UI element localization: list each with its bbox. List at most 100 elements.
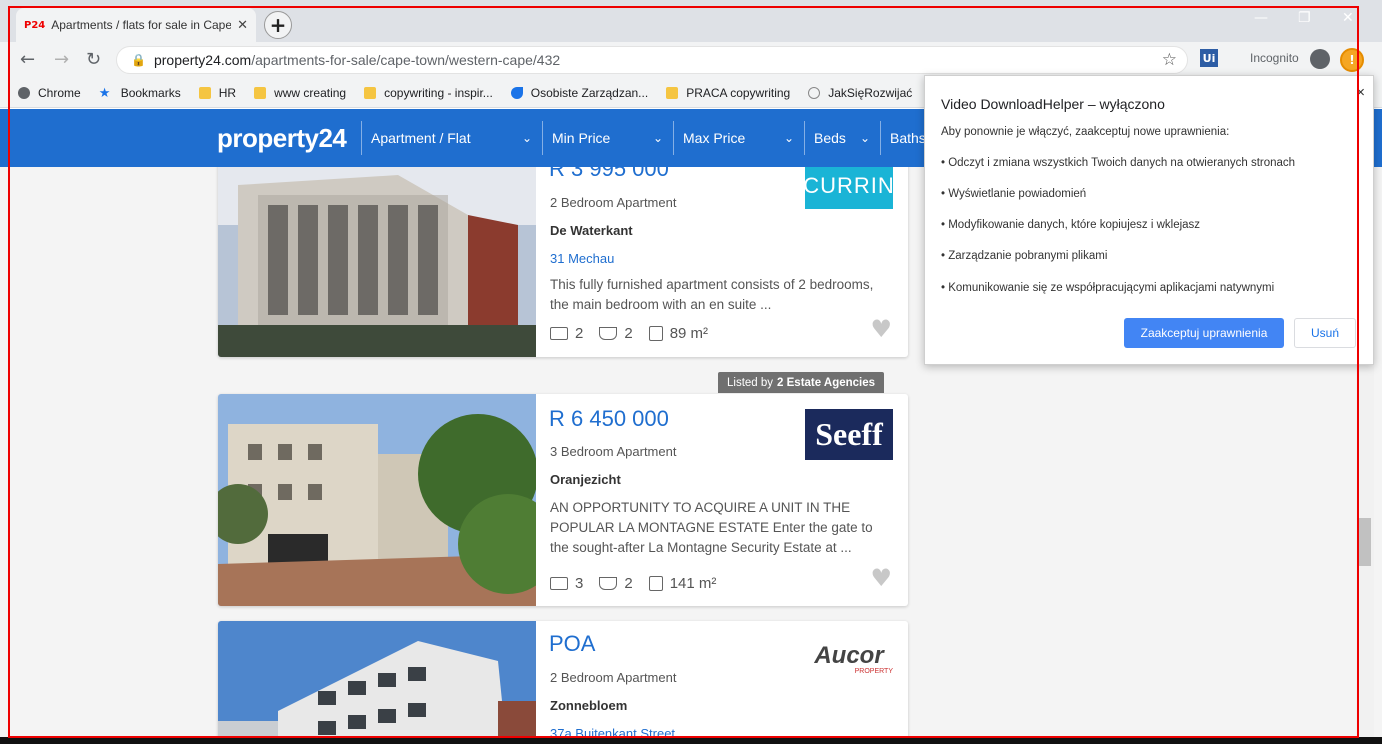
scrollbar-thumb[interactable] bbox=[1359, 518, 1371, 566]
bed-icon bbox=[550, 577, 568, 590]
extension-alert-icon[interactable]: ! bbox=[1340, 48, 1364, 72]
chevron-down-icon: ⌄ bbox=[783, 131, 794, 145]
beds-count: 2 bbox=[575, 325, 584, 342]
popup-title: Video DownloadHelper – wyłączono bbox=[941, 96, 1165, 112]
baths-feature: 2 bbox=[599, 575, 633, 592]
maximize-icon[interactable]: ❐ bbox=[1298, 10, 1311, 26]
browser-window: P24 Apartments / flats for sale in Cape … bbox=[0, 0, 1382, 744]
filter-max-price[interactable]: Max Price ⌄ bbox=[673, 121, 804, 155]
listing-description: AN OPPORTUNITY TO ACQUIRE A UNIT IN THE … bbox=[550, 500, 873, 555]
size-feature: 141 m² bbox=[648, 575, 716, 592]
listing-card[interactable]: R 3 995 000 2 Bedroom Apartment De Water… bbox=[218, 167, 908, 357]
listing-photo[interactable] bbox=[218, 167, 536, 357]
tab-close-icon[interactable]: ✕ bbox=[237, 18, 248, 33]
bath-icon bbox=[599, 327, 618, 340]
bath-icon bbox=[599, 577, 618, 590]
bookmark-praca[interactable]: PRACA copywriting bbox=[666, 86, 790, 100]
listed-by-badge: Listed by 2 Estate Agencies bbox=[718, 372, 885, 393]
folder-icon bbox=[364, 86, 377, 99]
bookmark-star-icon[interactable]: ☆ bbox=[1162, 50, 1177, 70]
close-window-icon[interactable]: ✕ bbox=[1342, 10, 1354, 26]
drop-icon bbox=[510, 86, 523, 99]
floor-size-icon bbox=[648, 576, 663, 591]
listing-photo[interactable] bbox=[218, 394, 536, 606]
listing-price[interactable]: R 6 450 000 bbox=[549, 406, 669, 432]
listing-photo[interactable] bbox=[218, 621, 536, 744]
address-bar[interactable]: 🔒 property24.com/apartments-for-sale/cap… bbox=[116, 46, 1188, 74]
incognito-icon bbox=[1310, 49, 1330, 69]
filter-label: Apartment / Flat bbox=[371, 130, 471, 146]
reload-icon[interactable]: ↻ bbox=[86, 49, 101, 70]
listed-by-agencies: 2 Estate Agencies bbox=[777, 376, 876, 389]
bed-icon bbox=[550, 327, 568, 340]
favourite-heart-icon[interactable]: ♥ bbox=[870, 315, 892, 343]
filter-min-price[interactable]: Min Price ⌄ bbox=[542, 121, 673, 155]
bookmark-label: Bookmarks bbox=[120, 85, 181, 100]
uipath-extension-icon[interactable]: Ui bbox=[1200, 49, 1218, 67]
property24-logo[interactable]: property24 bbox=[217, 123, 347, 154]
browser-toolbar: ← → ↻ 🔒 property24.com/apartments-for-sa… bbox=[0, 42, 1382, 78]
agency-subtitle: PROPERTY bbox=[854, 667, 893, 675]
tab-title: Apartments / flats for sale in Cape bbox=[51, 18, 232, 32]
filter-property-type[interactable]: Apartment / Flat ⌄ bbox=[361, 121, 542, 155]
size-feature: 89 m² bbox=[648, 325, 709, 342]
title-bar: P24 Apartments / flats for sale in Cape … bbox=[0, 0, 1382, 42]
floor-size-icon bbox=[648, 326, 663, 341]
listing-street[interactable]: 31 Mechau bbox=[550, 251, 614, 266]
listing-features: 3 2 141 m² bbox=[550, 575, 732, 592]
beds-feature: 2 bbox=[550, 325, 583, 342]
bookmark-label: Chrome bbox=[38, 85, 81, 100]
permission-item: • Zarządzanie pobranymi plikami bbox=[941, 250, 1108, 262]
browser-tab[interactable]: P24 Apartments / flats for sale in Cape … bbox=[16, 8, 256, 42]
listing-suburb: Zonnebloem bbox=[550, 698, 628, 713]
forward-icon[interactable]: → bbox=[54, 49, 69, 70]
minimize-icon[interactable]: — bbox=[1254, 10, 1268, 26]
folder-icon bbox=[254, 86, 267, 99]
bookmark-chrome[interactable]: Chrome bbox=[18, 86, 81, 100]
agency-name: CURRIN bbox=[803, 173, 895, 198]
bookmark-copywriting[interactable]: copywriting - inspir... bbox=[364, 86, 493, 100]
floor-size: 89 m² bbox=[669, 325, 709, 342]
permission-item: • Odczyt i zmiana wszystkich Twoich dany… bbox=[941, 157, 1296, 169]
permission-item: • Modyfikowanie danych, które kopiujesz … bbox=[941, 219, 1201, 231]
filter-label: Max Price bbox=[683, 130, 746, 146]
listing-price[interactable]: POA bbox=[549, 631, 595, 657]
extension-permission-popup: Video DownloadHelper – wyłączono × Aby p… bbox=[924, 75, 1374, 365]
chevron-down-icon: ⌄ bbox=[652, 131, 663, 145]
bookmark-bookmarks[interactable]: ★ Bookmarks bbox=[99, 85, 181, 101]
bookmark-label: copywriting - inspir... bbox=[384, 85, 493, 100]
taskbar-strip bbox=[0, 737, 1382, 744]
bookmark-jaksie[interactable]: JakSięRozwijać bbox=[808, 86, 912, 100]
listing-price[interactable]: R 3 995 000 bbox=[549, 167, 669, 182]
baths-count: 2 bbox=[624, 325, 633, 342]
filter-label: Baths bbox=[890, 130, 926, 146]
bookmark-hr[interactable]: HR bbox=[198, 86, 236, 100]
chrome-icon bbox=[18, 86, 30, 99]
agency-logo-currin[interactable]: CURRIN bbox=[803, 167, 895, 209]
url-domain: property24.com bbox=[153, 52, 252, 68]
back-icon[interactable]: ← bbox=[20, 49, 35, 70]
agency-logo-aucor[interactable]: Aucor PROPERTY bbox=[805, 639, 893, 679]
incognito-label: Incognito bbox=[1250, 51, 1299, 65]
agency-logo-seeff[interactable]: Seeff bbox=[805, 409, 893, 460]
new-tab-button[interactable]: + bbox=[264, 11, 292, 39]
bookmark-osobiste[interactable]: Osobiste Zarządzan... bbox=[510, 86, 648, 100]
baths-feature: 2 bbox=[599, 325, 633, 342]
favourite-heart-icon[interactable]: ♥ bbox=[870, 564, 892, 592]
listed-by-prefix: Listed by bbox=[727, 376, 774, 389]
popup-close-icon[interactable]: × bbox=[1356, 84, 1365, 101]
bookmark-www-creating[interactable]: www creating bbox=[254, 86, 346, 100]
folder-icon bbox=[666, 86, 679, 99]
chevron-down-icon: ⌄ bbox=[859, 131, 870, 145]
filter-beds[interactable]: Beds ⌄ bbox=[804, 121, 880, 155]
bookmark-label: JakSięRozwijać bbox=[828, 85, 913, 100]
accept-permissions-button[interactable]: Zaakceptuj uprawnienia bbox=[1124, 318, 1284, 348]
remove-extension-button[interactable]: Usuń bbox=[1294, 318, 1356, 348]
permission-item: • Wyświetlanie powiadomień bbox=[941, 188, 1087, 200]
listing-card[interactable]: R 6 450 000 3 Bedroom Apartment Oranjezi… bbox=[218, 394, 908, 606]
listing-card[interactable]: POA 2 Bedroom Apartment Zonnebloem 37a B… bbox=[218, 621, 908, 744]
beds-count: 3 bbox=[575, 575, 584, 592]
folder-icon bbox=[198, 86, 211, 99]
chevron-down-icon: ⌄ bbox=[521, 131, 532, 145]
baths-count: 2 bbox=[624, 575, 633, 592]
